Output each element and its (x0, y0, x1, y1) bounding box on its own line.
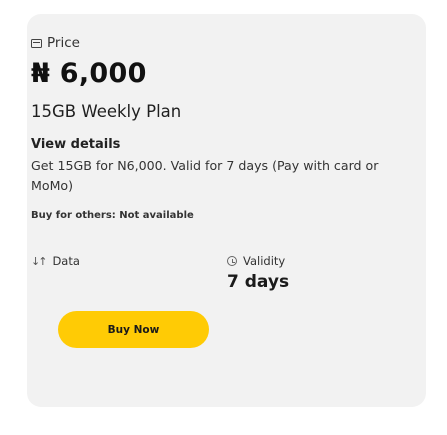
validity-row: Validity (227, 254, 285, 268)
view-details-link[interactable]: View details (31, 137, 120, 152)
up-down-arrows-icon: ↓↑ (31, 254, 48, 268)
card-icon (31, 38, 42, 48)
data-row: ↓↑ Data (31, 254, 80, 268)
validity-value: 7 days (227, 272, 290, 292)
price-label: Price (47, 35, 80, 51)
buy-for-others-status: Buy for others: Not available (31, 210, 194, 221)
plan-description: Get 15GB for N6,000. Valid for 7 days (P… (31, 158, 379, 193)
price-value: ₦ 6,000 (31, 58, 147, 89)
price-label-row: Price (31, 35, 80, 51)
validity-label: Validity (243, 254, 286, 268)
data-label: Data (52, 254, 80, 268)
plan-name: 15GB Weekly Plan (31, 102, 182, 121)
buy-now-button[interactable]: Buy Now (58, 311, 209, 348)
clock-icon (227, 256, 237, 266)
